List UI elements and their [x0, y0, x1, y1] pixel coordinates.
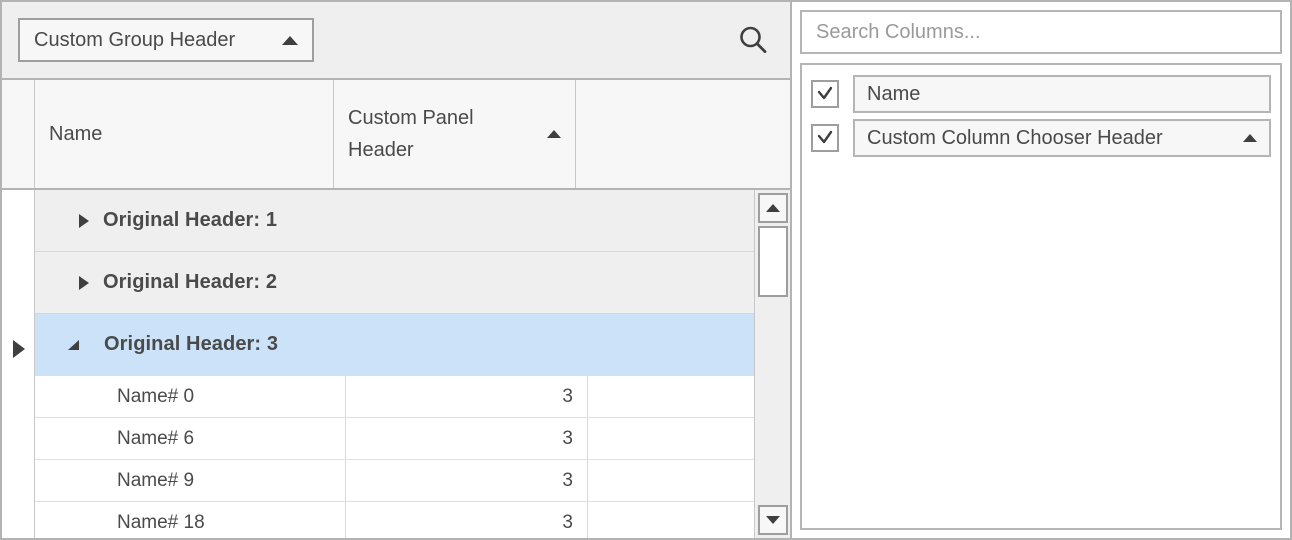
cell-name: Name# 18: [103, 502, 346, 538]
cell-custom-panel-header: 3: [346, 418, 588, 459]
group-panel-item-custom-group-header[interactable]: Custom Group Header: [18, 18, 314, 62]
column-chooser-item-label: Custom Column Chooser Header: [867, 126, 1163, 149]
column-chooser-panel: Name Custom Column Chooser Header: [790, 0, 1292, 540]
group-row-label: Original Header: 3: [104, 333, 279, 355]
cell-custom-panel-header: 3: [346, 502, 588, 538]
group-row[interactable]: Original Header: 2: [35, 252, 790, 314]
current-row-pointer-icon: [13, 340, 25, 358]
table-row[interactable]: Name# 6 3: [35, 418, 790, 460]
triangle-down-icon: [765, 516, 780, 524]
data-grid-panel: Custom Group Header Name Custom Panel He…: [0, 0, 790, 540]
cell-name: Name# 6: [103, 418, 346, 459]
table-row[interactable]: Name# 18 3: [35, 502, 790, 538]
row-indent-spacer: [35, 460, 103, 501]
grid-header-row: Name Custom Panel Header: [2, 80, 790, 190]
group-row-label: Original Header: 1: [103, 209, 278, 231]
grid-header-label-name: Name: [49, 123, 103, 145]
scrollbar-thumb[interactable]: [757, 226, 788, 297]
grid-rows-container: Original Header: 1 Original Header: 2 Or…: [35, 190, 790, 538]
row-indent-spacer: [35, 418, 103, 459]
column-chooser-demo-root: Custom Group Header Name Custom Panel He…: [0, 0, 1292, 540]
scroll-down-button[interactable]: [757, 505, 788, 535]
grid-header-cell-blank[interactable]: [576, 80, 790, 188]
sort-ascending-arrow-icon[interactable]: [282, 35, 298, 45]
search-input[interactable]: [814, 19, 1268, 45]
triangle-up-icon: [765, 204, 780, 212]
sort-ascending-arrow-icon[interactable]: [1243, 134, 1257, 142]
cell-custom-panel-header: 3: [346, 376, 588, 417]
checkbox-checked-icon[interactable]: [811, 80, 839, 108]
column-chooser-item-name[interactable]: Name: [811, 75, 1271, 113]
expand-collapse-chevron-right-icon[interactable]: [79, 275, 89, 290]
grid-header-label-custom-panel-header: Custom Panel Header: [348, 107, 474, 161]
column-chooser-search-box[interactable]: [800, 10, 1282, 54]
cell-name: Name# 0: [103, 376, 346, 417]
grid-header-indicator-cell: [2, 80, 35, 188]
cell-custom-panel-header: 3: [346, 460, 588, 501]
cell-name: Name# 9: [103, 460, 346, 501]
table-row[interactable]: Name# 0 3: [35, 376, 790, 418]
group-panel-item-label: Custom Group Header: [34, 28, 236, 51]
column-chooser-item-label: Name: [867, 82, 921, 105]
column-chooser-field-custom-column-chooser-header[interactable]: Custom Column Chooser Header: [853, 119, 1271, 157]
sort-ascending-arrow-icon[interactable]: [547, 130, 561, 138]
column-chooser-list: Name Custom Column Chooser Header: [800, 63, 1282, 530]
grid-row-indicator-column: [2, 190, 35, 538]
table-row[interactable]: Name# 9 3: [35, 460, 790, 502]
expand-collapse-chevron-down-icon[interactable]: [68, 339, 90, 350]
scroll-up-button[interactable]: [757, 193, 788, 223]
search-icon[interactable]: [732, 19, 774, 61]
column-chooser-field-name[interactable]: Name: [853, 75, 1271, 113]
expand-collapse-chevron-right-icon[interactable]: [79, 213, 89, 228]
grid-body: Original Header: 1 Original Header: 2 Or…: [2, 190, 790, 538]
group-row[interactable]: Original Header: 3: [35, 314, 790, 376]
group-row[interactable]: Original Header: 1: [35, 190, 790, 252]
group-row-label: Original Header: 2: [103, 271, 278, 293]
row-indent-spacer: [35, 376, 103, 417]
grid-header-cell-custom-panel-header[interactable]: Custom Panel Header: [334, 80, 576, 188]
vertical-scrollbar[interactable]: [754, 190, 790, 538]
column-chooser-item-custom-column-chooser-header[interactable]: Custom Column Chooser Header: [811, 119, 1271, 157]
row-indent-spacer: [35, 502, 103, 538]
scrollbar-track[interactable]: [757, 223, 788, 505]
group-panel: Custom Group Header: [2, 2, 790, 80]
grid-header-cell-name[interactable]: Name: [35, 80, 334, 188]
checkbox-checked-icon[interactable]: [811, 124, 839, 152]
